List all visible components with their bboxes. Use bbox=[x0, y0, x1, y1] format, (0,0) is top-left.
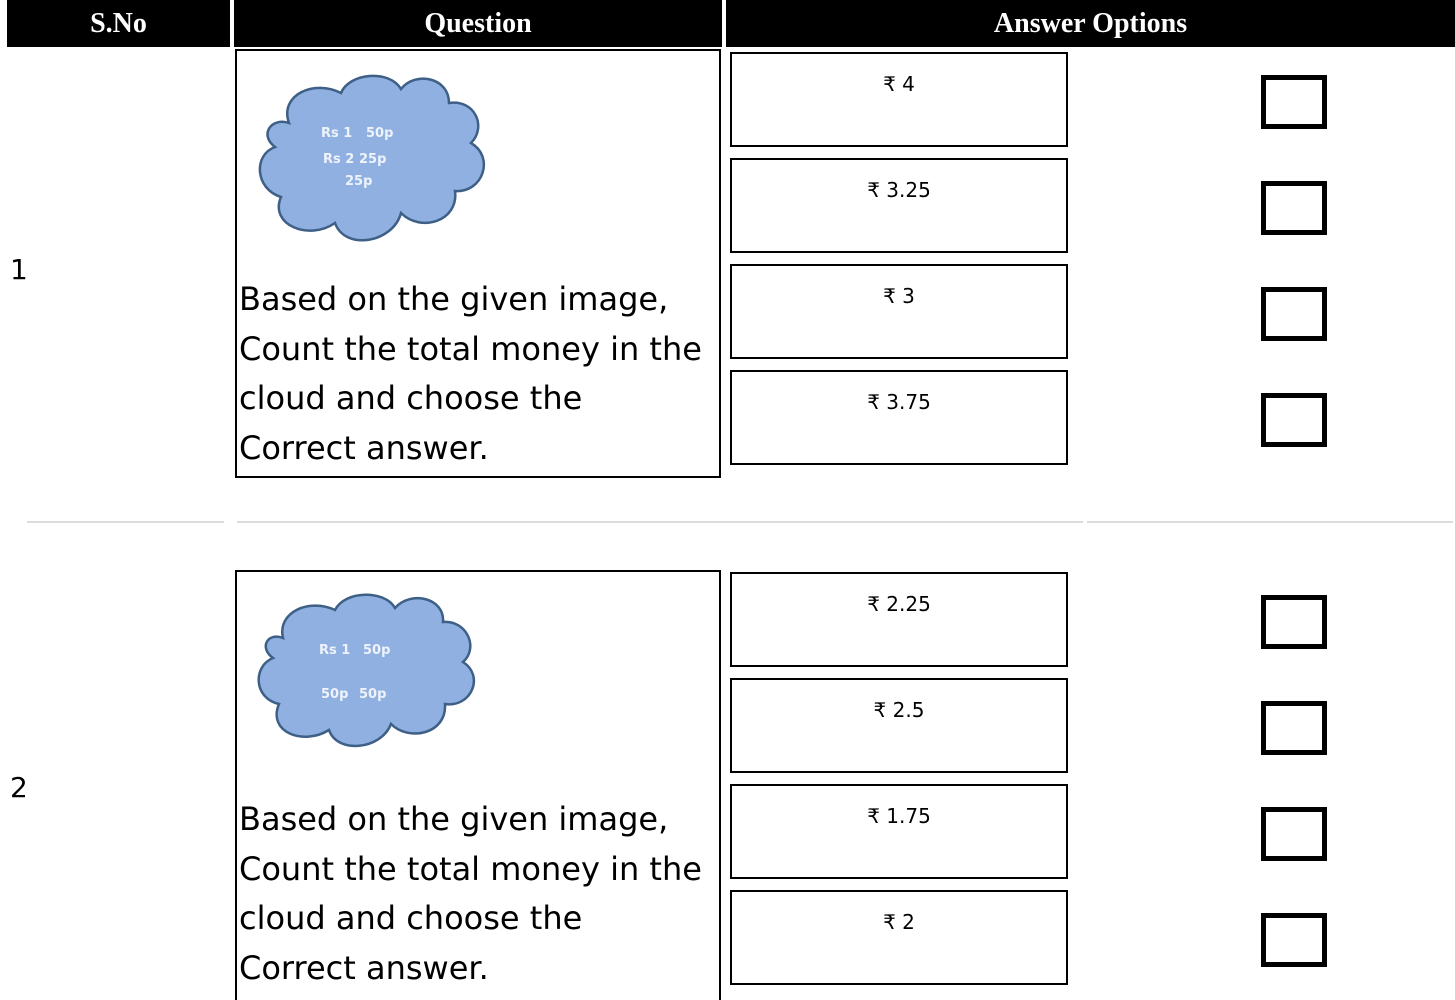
serial-number: 2 bbox=[10, 771, 28, 804]
answer-option[interactable]: ₹ 2.5 bbox=[730, 678, 1068, 773]
cloud-label: 25p bbox=[345, 174, 372, 189]
cloud-label: Rs 1 bbox=[319, 643, 350, 658]
cloud-label: Rs 2 bbox=[323, 152, 354, 167]
cloud-label: 50p bbox=[363, 643, 390, 658]
question-box: Rs 1 50p Rs 2 25p 25p Based on the given… bbox=[235, 49, 721, 478]
cloud-image: Rs 1 50p 50p 50p bbox=[257, 593, 475, 747]
checkbox-icon[interactable] bbox=[1261, 287, 1327, 341]
answer-option[interactable]: ₹ 3.25 bbox=[730, 158, 1068, 253]
answer-option[interactable]: ₹ 1.75 bbox=[730, 784, 1068, 879]
question-row-2: 2 Rs 1 50p 50p 50p Based on the given im… bbox=[0, 569, 1455, 1000]
question-box: Rs 1 50p 50p 50p Based on the given imag… bbox=[235, 570, 721, 1000]
row-divider bbox=[237, 521, 1083, 523]
cloud-label: Rs 1 bbox=[321, 126, 352, 141]
checkbox-icon[interactable] bbox=[1261, 75, 1327, 129]
checkbox-icon[interactable] bbox=[1261, 181, 1327, 235]
header-sno: S.No bbox=[7, 0, 230, 47]
cloud-label: 25p bbox=[359, 152, 386, 167]
question-text: Based on the given image, Count the tota… bbox=[239, 800, 702, 987]
serial-number: 1 bbox=[10, 253, 28, 286]
header-answer-options: Answer Options bbox=[726, 0, 1455, 47]
checkbox-icon[interactable] bbox=[1261, 393, 1327, 447]
row-divider bbox=[1087, 521, 1453, 523]
checkbox-icon[interactable] bbox=[1261, 595, 1327, 649]
answer-option[interactable]: ₹ 3.75 bbox=[730, 370, 1068, 465]
question-row-1: 1 Rs 1 50p Rs 2 25p 25p Based on the giv… bbox=[0, 49, 1455, 523]
checkbox-icon[interactable] bbox=[1261, 913, 1327, 967]
cloud-image: Rs 1 50p Rs 2 25p 25p bbox=[258, 74, 486, 242]
cloud-label: 50p bbox=[359, 687, 386, 702]
cloud-label: 50p bbox=[366, 126, 393, 141]
checkbox-icon[interactable] bbox=[1261, 807, 1327, 861]
checkbox-icon[interactable] bbox=[1261, 701, 1327, 755]
answer-option[interactable]: ₹ 3 bbox=[730, 264, 1068, 359]
question-text: Based on the given image, Count the tota… bbox=[239, 280, 702, 467]
answer-option[interactable]: ₹ 2 bbox=[730, 890, 1068, 985]
row-divider bbox=[27, 521, 224, 523]
answer-option[interactable]: ₹ 4 bbox=[730, 52, 1068, 147]
answer-option[interactable]: ₹ 2.25 bbox=[730, 572, 1068, 667]
header-question: Question bbox=[234, 0, 722, 47]
cloud-shape bbox=[257, 593, 475, 747]
cloud-label: 50p bbox=[321, 687, 348, 702]
